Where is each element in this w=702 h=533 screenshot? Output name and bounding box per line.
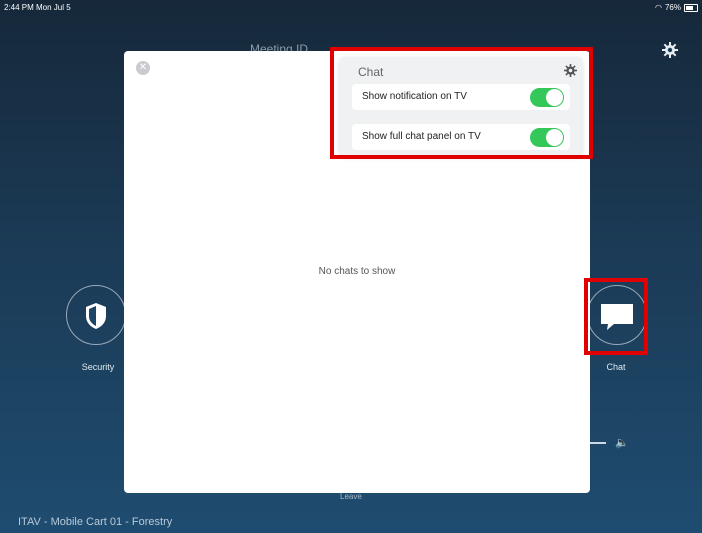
- room-name: ITAV - Mobile Cart 01 - Forestry: [18, 516, 173, 528]
- status-bar: 2:44 PM Mon Jul 5 ◠ 76%: [0, 0, 702, 14]
- close-icon: ✕: [138, 62, 148, 73]
- close-button[interactable]: ✕: [136, 61, 150, 75]
- battery-indicator: ◠ 76%: [655, 3, 698, 12]
- settings-gear-icon[interactable]: [662, 42, 678, 58]
- volume-slider-track[interactable]: [590, 442, 606, 444]
- battery-percent: 76%: [664, 3, 681, 12]
- highlight-box-popover: [330, 47, 593, 159]
- shield-icon: [86, 303, 106, 329]
- wifi-icon: ◠: [655, 3, 662, 12]
- leave-label[interactable]: Leave: [340, 492, 362, 501]
- speaker-icon[interactable]: 🔈: [615, 436, 629, 449]
- status-time: 2:44 PM Mon Jul 5: [4, 3, 71, 12]
- security-button[interactable]: [66, 285, 126, 345]
- battery-icon: [684, 3, 698, 12]
- highlight-box-chat: [584, 278, 648, 355]
- empty-chat-message: No chats to show: [318, 266, 396, 277]
